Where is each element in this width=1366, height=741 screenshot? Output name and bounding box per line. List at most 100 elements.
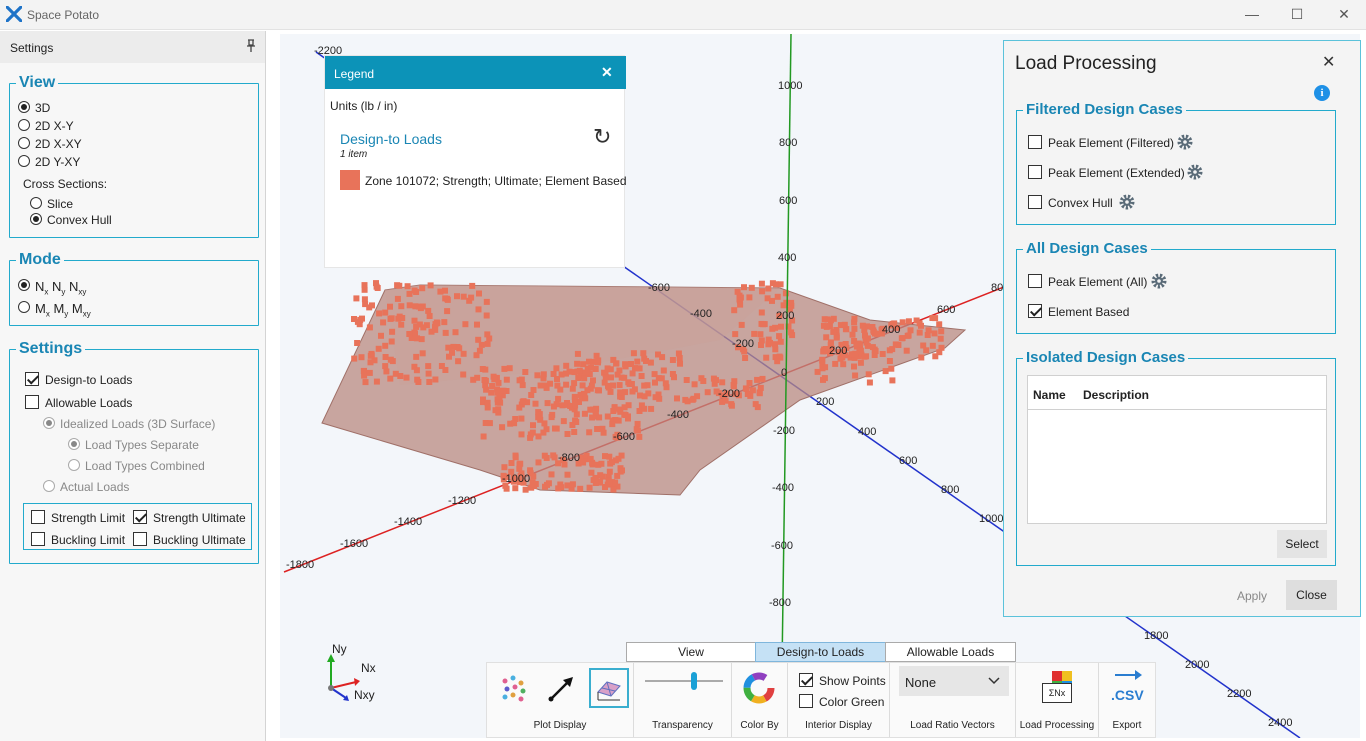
load-point (518, 376, 525, 383)
allowable-loads-checkbox[interactable] (25, 395, 39, 409)
load-point (554, 382, 561, 389)
settings-panel-header: Settings (0, 31, 265, 63)
strength-ultimate-checkbox[interactable] (133, 510, 147, 524)
load-point (602, 374, 609, 381)
mode-m-radio[interactable] (18, 301, 30, 313)
load-processing-icon[interactable]: ΣNx (1042, 671, 1072, 703)
color-green-checkbox[interactable] (799, 694, 813, 708)
column-description[interactable]: Description (1083, 388, 1149, 402)
close-button[interactable]: Close (1286, 580, 1337, 610)
gear-icon[interactable] (1187, 164, 1203, 180)
surface-plot-button[interactable] (589, 668, 629, 708)
load-point (757, 331, 764, 338)
load-point (869, 324, 876, 330)
load-point (522, 486, 529, 493)
peak-element-all-checkbox[interactable] (1028, 274, 1042, 288)
peak-element-extended-checkbox[interactable] (1028, 165, 1042, 179)
close-window-button[interactable]: ✕ (1333, 4, 1355, 26)
convex-hull-checkbox[interactable] (1028, 195, 1042, 209)
info-icon[interactable]: i (1314, 85, 1330, 101)
load-types-separate-radio[interactable] (68, 438, 80, 450)
view-2d-yxy-radio[interactable] (18, 155, 30, 167)
ny-tick: -600 (771, 540, 794, 552)
view-3d-radio[interactable] (18, 101, 30, 113)
tab-view[interactable]: View (626, 642, 756, 662)
select-button[interactable]: Select (1277, 530, 1327, 558)
cross-convex-hull-radio[interactable] (30, 213, 42, 225)
element-based-checkbox[interactable] (1028, 304, 1042, 318)
load-point (749, 387, 756, 394)
load-point (499, 424, 506, 431)
load-point (652, 394, 659, 401)
peak-element-filtered-label: Peak Element (Filtered) (1048, 136, 1175, 150)
view-2d-xxy-radio[interactable] (18, 137, 30, 149)
mode-n-radio[interactable] (18, 279, 30, 291)
export-arrow-icon[interactable] (1113, 669, 1143, 681)
legend-close-button[interactable]: ✕ (601, 64, 613, 81)
pin-icon[interactable] (246, 39, 256, 53)
load-point (404, 283, 411, 290)
load-point (564, 482, 571, 489)
actual-loads-radio[interactable] (43, 480, 55, 492)
legend-header: Legend ✕ (325, 56, 626, 89)
load-point (413, 353, 420, 360)
transparency-slider-thumb[interactable] (691, 672, 697, 690)
load-point (366, 369, 373, 376)
maximize-button[interactable]: ☐ (1286, 4, 1308, 26)
load-point (827, 317, 834, 324)
column-name[interactable]: Name (1033, 388, 1066, 402)
idealized-loads-label: Idealized Loads (3D Surface) (60, 417, 216, 431)
load-point (543, 455, 550, 461)
load-point (571, 429, 578, 435)
load-ratio-select[interactable]: None (899, 666, 1009, 696)
load-point (373, 378, 380, 385)
load-point (856, 341, 863, 348)
load-point (590, 358, 596, 365)
gear-icon[interactable] (1119, 194, 1135, 210)
load-point (677, 360, 683, 367)
load-processing-section: ΣNx Load Processing (1016, 663, 1099, 737)
csv-label[interactable]: .CSV (1111, 687, 1144, 703)
interior-display-section: Show Points Color Green Interior Display (788, 663, 890, 737)
tab-design-to-loads[interactable]: Design-to Loads (755, 642, 886, 662)
tab-allowable-loads[interactable]: Allowable Loads (885, 642, 1016, 662)
load-point (495, 409, 502, 416)
buckling-limit-checkbox[interactable] (31, 532, 45, 546)
settings-panel: Settings View 3D 2D X-Y 2D X-XY 2D Y-XY … (0, 31, 266, 741)
gear-icon[interactable] (1151, 273, 1167, 289)
load-point (763, 354, 770, 361)
apply-button[interactable]: Apply (1237, 589, 1267, 603)
load-point (438, 363, 445, 369)
load-processing-close-icon[interactable]: ✕ (1322, 52, 1335, 72)
load-point (501, 464, 508, 471)
view-2d-xxy-label: 2D X-XY (35, 137, 82, 151)
minimize-button[interactable]: — (1241, 4, 1263, 26)
view-2d-xy-radio[interactable] (18, 119, 30, 131)
load-point (462, 321, 469, 328)
load-point (530, 473, 537, 480)
cross-slice-radio[interactable] (30, 197, 42, 209)
buckling-ultimate-checkbox[interactable] (133, 532, 147, 546)
load-point (473, 352, 480, 359)
design-to-loads-checkbox[interactable] (25, 372, 39, 386)
peak-element-filtered-checkbox[interactable] (1028, 135, 1042, 149)
load-point (625, 379, 632, 386)
strength-limit-checkbox[interactable] (31, 510, 45, 524)
isolated-design-cases-title: Isolated Design Cases (1023, 349, 1189, 366)
color-wheel-icon[interactable] (742, 671, 776, 705)
table-header: Name Description (1028, 376, 1326, 410)
color-by-section: Color By (732, 663, 788, 737)
vector-arrow-icon[interactable] (547, 673, 577, 703)
gear-icon[interactable] (1177, 134, 1193, 150)
surface-plot-icon (597, 681, 621, 701)
isolated-cases-table[interactable]: Name Description (1027, 375, 1327, 524)
load-point (588, 469, 595, 476)
idealized-loads-radio[interactable] (43, 417, 55, 429)
nx-tick: -1600 (340, 538, 369, 550)
refresh-icon[interactable]: ↻ (593, 124, 611, 150)
show-points-checkbox[interactable] (799, 673, 813, 687)
scatter-plot-icon[interactable] (499, 673, 529, 703)
load-types-combined-radio[interactable] (68, 459, 80, 471)
load-point (503, 376, 510, 383)
load-point (734, 288, 741, 295)
